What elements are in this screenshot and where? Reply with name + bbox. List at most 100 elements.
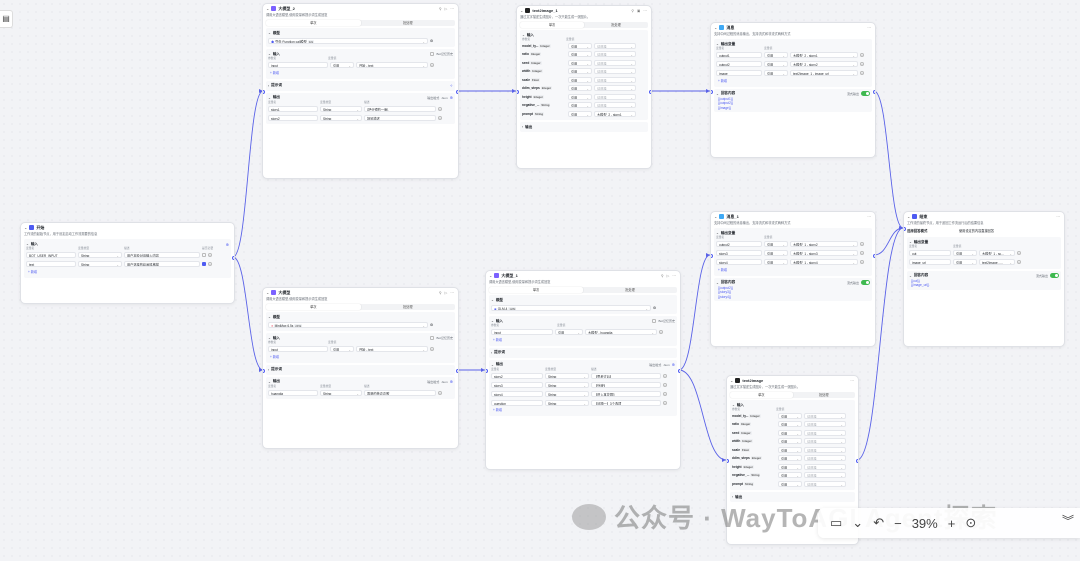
ref-select[interactable]: 引用 <box>778 446 802 453</box>
value-select[interactable]: 请选择 <box>594 102 636 109</box>
input-port[interactable] <box>711 254 713 258</box>
ref-select[interactable]: 引用 <box>568 85 592 92</box>
var-desc-field[interactable]: 场景描述 <box>364 114 436 121</box>
var-type-select[interactable]: String <box>320 114 362 121</box>
add-button[interactable]: + 新增 <box>716 267 870 274</box>
collapse-toolbar-icon[interactable]: ︾ <box>1062 512 1074 529</box>
value-select[interactable]: 请选择 <box>594 42 636 49</box>
ref-select[interactable]: 引用 <box>778 412 802 419</box>
node-actions-icon[interactable]: ⚲ ▷ ⋯ <box>439 291 455 295</box>
value-select[interactable]: 请选择 <box>804 412 846 419</box>
ref-select[interactable]: 引用 <box>764 250 788 256</box>
remove-icon[interactable]: − <box>860 251 864 255</box>
ref-select[interactable]: 引用 <box>764 52 788 58</box>
var-name-field[interactable]: story3 <box>491 381 543 388</box>
remove-icon[interactable]: − <box>430 347 434 351</box>
value-select[interactable]: 大模型_2 - story2 <box>790 61 858 67</box>
node-actions-icon[interactable]: ⚲ ▷ ⋯ <box>661 274 677 278</box>
add-icon[interactable]: ⊕ <box>226 242 229 247</box>
value-select[interactable]: 请选择 <box>594 51 636 58</box>
ref-select[interactable]: 引用 <box>778 438 802 445</box>
remove-icon[interactable]: − <box>860 260 864 264</box>
remove-icon[interactable]: − <box>663 373 667 378</box>
param-name-field[interactable]: input <box>491 329 553 335</box>
var-name-field[interactable]: output2 <box>716 241 762 247</box>
var-name-field[interactable]: output1 <box>716 52 762 58</box>
model-select[interactable]: ✕ MiniMax 6.5s 245k <box>268 321 428 328</box>
var-type-select[interactable]: String <box>320 389 362 396</box>
add-button[interactable]: + 新增 <box>268 354 453 361</box>
remove-icon[interactable]: − <box>860 242 864 246</box>
var-name-field[interactable]: out <box>909 250 951 256</box>
tab-single[interactable]: 单次 <box>730 392 793 398</box>
input-port[interactable] <box>517 90 519 94</box>
value-select[interactable]: 大模型_2 - story1 <box>790 52 858 58</box>
node-actions-icon[interactable]: ⋯ <box>867 215 872 219</box>
var-name-field[interactable]: huangjia <box>268 389 318 396</box>
var-desc-field[interactable]: 【外貌】 <box>591 381 661 388</box>
var-name-field[interactable]: story1 <box>268 105 318 112</box>
remove-icon[interactable]: − <box>663 391 667 396</box>
ref-select[interactable]: 引用 <box>568 110 592 117</box>
var-desc-field[interactable]: 用户选择的绘画风格描 <box>124 261 200 267</box>
input-port[interactable] <box>486 369 488 373</box>
output-port[interactable] <box>456 90 458 94</box>
model-select[interactable]: ◆ 豆包·Function call模型 32k <box>268 37 428 44</box>
var-name-field[interactable]: image_url <box>909 259 951 265</box>
value-select[interactable]: 大模型_2 - story1 <box>594 110 636 117</box>
stream-toggle[interactable] <box>861 91 870 96</box>
add-icon[interactable]: ⊕ <box>672 362 675 367</box>
value-select[interactable]: 大模型_1 - story2 <box>790 241 858 247</box>
value-select[interactable]: 大模型_1 - story3 <box>790 250 858 256</box>
input-port[interactable] <box>727 459 729 463</box>
input-port[interactable] <box>263 90 265 94</box>
tab-single[interactable]: 单次 <box>520 22 584 28</box>
output-port[interactable] <box>678 369 680 373</box>
remove-icon[interactable]: − <box>860 71 864 75</box>
tab-single[interactable]: 单次 <box>266 20 361 26</box>
var-name-field[interactable]: story4 <box>491 390 543 397</box>
var-type-select[interactable]: String <box>78 261 122 267</box>
var-name-field[interactable]: BOT_USER_INPUT <box>26 252 76 258</box>
ref-select[interactable]: 引用 <box>764 61 788 67</box>
remove-icon[interactable]: − <box>860 53 864 57</box>
param-name-field[interactable]: input <box>268 346 328 352</box>
output-port[interactable] <box>232 256 234 260</box>
ref-select[interactable]: 引用 <box>778 455 802 462</box>
var-type-select[interactable]: String <box>78 252 122 258</box>
var-name-field[interactable]: output2 <box>716 61 762 67</box>
var-name-field[interactable]: question <box>491 399 543 406</box>
prompt-section[interactable]: › 提示词 <box>489 347 677 358</box>
ref-select[interactable]: 引用 <box>568 51 592 58</box>
value-select[interactable]: 请选择 <box>594 85 636 92</box>
value-select[interactable]: 请选择 <box>804 429 846 436</box>
ref-select[interactable]: 引用 <box>568 42 592 49</box>
remove-icon[interactable]: − <box>208 253 212 257</box>
add-button[interactable]: + 新增 <box>716 78 870 85</box>
node-llm[interactable]: ⌄ 大模型 ⚲ ▷ ⋯ 调用大语言模型,使用变量和提示词生成回复 单次 批处理 ⌄ 模型… <box>262 287 459 449</box>
remove-icon[interactable]: − <box>438 390 442 395</box>
var-type-select[interactable]: String <box>545 399 589 406</box>
var-desc-field[interactable]: 【问题一】3个选项 <box>591 399 661 406</box>
output-section[interactable]: › 输出 <box>730 492 855 502</box>
node-actions-icon[interactable]: ⋯ <box>1056 215 1061 219</box>
var-name-field[interactable]: story4 <box>716 259 762 265</box>
format-select[interactable]: Json <box>441 96 447 100</box>
var-name-field[interactable]: story3 <box>716 250 762 256</box>
remove-icon[interactable]: − <box>438 106 442 111</box>
node-actions-icon[interactable]: ⚲ ▣ ⋯ <box>631 9 648 13</box>
value-select[interactable]: 请选择 <box>804 421 846 428</box>
tab-single[interactable]: 单次 <box>266 304 361 310</box>
remove-icon[interactable]: − <box>659 330 663 334</box>
value-select[interactable]: 请选择 <box>804 446 846 453</box>
format-select[interactable]: Json <box>663 363 669 367</box>
add-button[interactable]: + 新增 <box>491 407 675 414</box>
tab-batch[interactable]: 批处理 <box>361 304 456 310</box>
value-select[interactable]: text2image_1 - image_url <box>790 70 858 76</box>
var-name-field[interactable]: text <box>26 261 76 267</box>
stream-toggle[interactable] <box>1050 273 1059 278</box>
remove-icon[interactable]: − <box>430 63 434 67</box>
required-checkbox[interactable] <box>202 253 206 257</box>
output-port[interactable] <box>873 254 875 258</box>
add-button[interactable]: + 新增 <box>268 70 453 77</box>
